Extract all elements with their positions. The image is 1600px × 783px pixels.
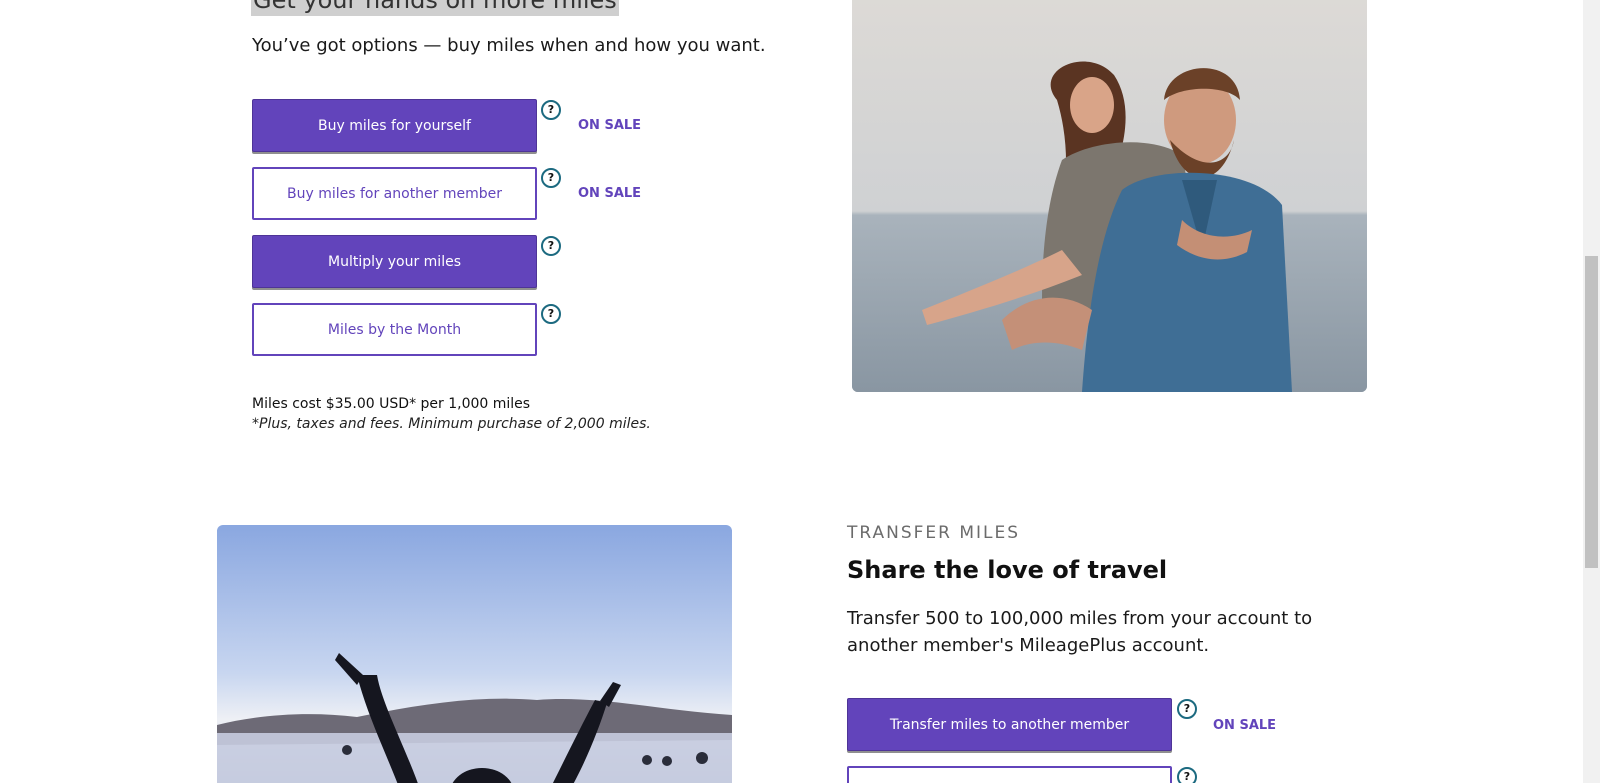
help-icon[interactable]: ? [541,304,561,324]
scrollbar-thumb[interactable] [1585,256,1598,568]
help-icon[interactable]: ? [541,236,561,256]
buy-miles-another-member-button[interactable]: Buy miles for another member [252,167,537,220]
help-icon[interactable]: ? [541,100,561,120]
on-sale-badge: ON SALE [578,186,642,201]
transfer-miles-button[interactable]: Transfer miles to another member [847,698,1172,751]
transfer-miles-eyebrow: TRANSFER MILES [847,523,1021,543]
on-sale-badge: ON SALE [578,118,642,133]
help-icon[interactable]: ? [1177,699,1197,719]
help-icon[interactable]: ? [541,168,561,188]
miles-cost-text: Miles cost $35.00 USD* per 1,000 miles [252,396,531,412]
miles-by-month-button[interactable]: Miles by the Month [252,303,537,356]
on-sale-badge: ON SALE [1213,718,1277,733]
help-icon[interactable]: ? [1177,767,1197,783]
transfer-secondary-button[interactable] [847,766,1172,783]
lagoon-photo [217,525,732,783]
transfer-miles-description: Transfer 500 to 100,000 miles from your … [847,608,1313,656]
multiply-miles-button[interactable]: Multiply your miles [252,235,537,288]
buy-miles-subtitle: You’ve got options — buy miles when and … [252,35,766,56]
couple-beach-photo [852,0,1367,392]
buy-miles-yourself-button[interactable]: Buy miles for yourself [252,99,537,152]
miles-cost-footnote: *Plus, taxes and fees. Minimum purchase … [252,416,651,432]
transfer-miles-heading: Share the love of travel [847,556,1168,584]
buy-miles-heading: Get your hands on more miles [251,0,619,16]
